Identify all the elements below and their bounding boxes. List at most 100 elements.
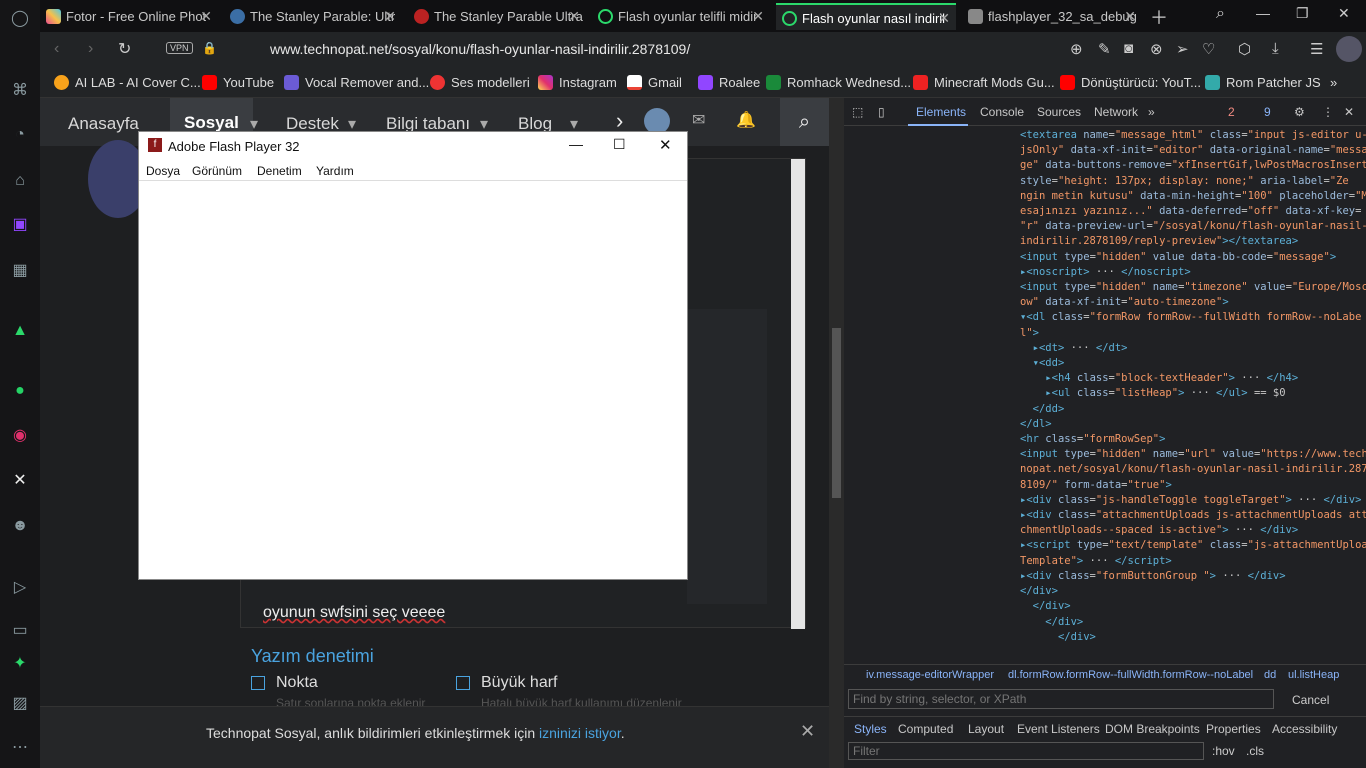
heart-icon[interactable]: ♡ — [1202, 40, 1215, 58]
nav-item[interactable]: Anasayfa — [68, 114, 139, 134]
bookmark[interactable]: Vocal Remover and... — [284, 75, 429, 90]
bell-icon[interactable]: 🔔 — [736, 110, 756, 130]
twitch-icon — [698, 75, 713, 90]
whatsapp-icon[interactable]: ● — [9, 380, 31, 402]
bookmark[interactable]: YouTube — [202, 75, 274, 90]
menu-denetim[interactable]: Denetim — [257, 164, 302, 178]
speed-icon[interactable]: ◔ — [9, 124, 31, 146]
close-icon[interactable]: ✕ — [659, 136, 672, 154]
tab[interactable]: flashplayer_32_sa_debug ✕ — [962, 3, 1142, 30]
tab[interactable]: The Stanley Parable Ultra ✕ — [408, 3, 586, 30]
nokta-checkbox[interactable] — [251, 676, 265, 690]
bag-icon[interactable]: ⌂ — [9, 170, 31, 192]
minimize-icon[interactable]: — — [569, 136, 583, 152]
search-tabs-icon[interactable]: ⌕ — [1216, 5, 1225, 23]
vpn-badge[interactable]: VPN — [166, 42, 193, 54]
restore-icon[interactable]: ❐ — [1296, 5, 1309, 22]
new-tab-icon[interactable]: ＋ — [1150, 4, 1168, 30]
cls-button[interactable]: .cls — [1246, 744, 1264, 758]
warning-count[interactable]: 9 — [1264, 105, 1271, 119]
bookmark[interactable]: Gmail — [627, 75, 682, 90]
close-icon[interactable]: ✕ — [752, 3, 764, 30]
reload-icon[interactable]: ↻ — [118, 39, 131, 59]
chip-icon[interactable]: ▦ — [9, 260, 31, 282]
tab[interactable]: The Stanley Parable: Ultr ✕ — [224, 3, 402, 30]
gamepad-icon[interactable]: ⌘ — [9, 80, 31, 102]
back-icon[interactable]: ‹ — [54, 40, 59, 58]
maximize-icon[interactable]: ☐ — [613, 136, 626, 153]
close-icon[interactable]: ✕ — [1344, 105, 1354, 119]
error-count[interactable]: 2 — [1228, 105, 1235, 119]
dom-search-input[interactable] — [848, 689, 1274, 709]
more-bookmarks-icon[interactable]: » — [1330, 75, 1337, 90]
wallet-icon[interactable]: ▭ — [9, 620, 31, 642]
bookmark[interactable]: Rom Patcher JS — [1205, 75, 1321, 90]
bookmark[interactable]: AI LAB - AI Cover C... — [54, 75, 201, 90]
scroll-thumb[interactable] — [832, 328, 841, 498]
menu-dosya[interactable]: Dosya — [146, 164, 180, 178]
menu-yardim[interactable]: Yardım — [316, 164, 354, 178]
tab[interactable]: Flash oyunlar telifli midir ✕ — [592, 3, 770, 30]
bookmark[interactable]: Romhack Wednesd... — [766, 75, 911, 90]
close-window-icon[interactable]: ✕ — [1338, 5, 1350, 22]
close-icon[interactable]: ✕ — [568, 3, 580, 30]
avatar[interactable] — [1336, 36, 1362, 62]
bookmark[interactable]: Ses modelleri — [430, 75, 530, 90]
opera-logo-icon[interactable]: ◯ — [9, 8, 31, 30]
discord-icon[interactable]: ☻ — [9, 515, 31, 537]
more-icon[interactable]: ⋯ — [9, 737, 31, 759]
menu-icon[interactable]: ☰ — [1310, 40, 1323, 58]
gallery-icon[interactable]: ▨ — [9, 693, 31, 715]
bookmark[interactable]: Dönüştürücü: YouT... — [1060, 75, 1201, 90]
bookmark[interactable]: Instagram — [538, 75, 617, 90]
scrollbar[interactable] — [791, 159, 805, 629]
gear-icon[interactable]: ⚙ — [1294, 105, 1305, 119]
tab-sources[interactable]: Sources — [1037, 105, 1081, 119]
tab-elements[interactable]: Elements — [916, 105, 966, 119]
kebab-icon[interactable]: ⋮ — [1322, 105, 1334, 119]
send-icon[interactable]: ➢ — [1176, 40, 1189, 58]
bookmark[interactable]: Minecraft Mods Gu... — [913, 75, 1055, 90]
close-icon[interactable]: ✕ — [938, 5, 950, 30]
player-icon[interactable]: ▷ — [9, 577, 31, 599]
search-icon[interactable]: ⌕ — [780, 98, 829, 146]
hov-button[interactable]: :hov — [1212, 744, 1235, 758]
menu-gorunum[interactable]: Görünüm — [192, 164, 242, 178]
tab-console[interactable]: Console — [980, 105, 1024, 119]
zoom-icon[interactable]: ⊕ — [1070, 40, 1083, 58]
close-icon[interactable]: ✕ — [384, 3, 396, 30]
inspect-icon[interactable]: ⬚ — [852, 105, 863, 119]
dom-tree[interactable]: <textarea name="message_html" class="inp… — [1020, 128, 1366, 645]
tab-active[interactable]: Flash oyunlar nasıl indiril ✕ — [776, 3, 956, 30]
extensions-icon[interactable]: ✦ — [9, 653, 31, 675]
cube-icon[interactable]: ⬡ — [1238, 40, 1251, 58]
edit-icon[interactable]: ✎ — [1098, 40, 1111, 58]
permission-link[interactable]: izninizi istiyor — [539, 725, 621, 741]
post-text[interactable]: oyunun swfsini seç veeee — [263, 604, 445, 622]
cancel-button[interactable]: Cancel — [1292, 693, 1329, 707]
bookmark[interactable]: Roalee — [698, 75, 760, 90]
forward-icon[interactable]: › — [88, 40, 93, 58]
device-icon[interactable]: ▯ — [878, 105, 885, 119]
url-field[interactable]: www.technopat.net/sosyal/konu/flash-oyun… — [270, 41, 690, 57]
block-icon[interactable]: ⊗ — [1150, 40, 1163, 58]
tab[interactable]: Fotor - Free Online Phot ✕ — [40, 3, 218, 30]
address-bar: ‹ › ↻ VPN 🔒 www.technopat.net/sosyal/kon… — [40, 32, 1366, 68]
buyuk-harf-checkbox[interactable] — [456, 676, 470, 690]
tab-network[interactable]: Network — [1094, 105, 1138, 119]
x-icon[interactable]: ✕ — [9, 470, 31, 492]
instagram-icon[interactable]: ◉ — [9, 425, 31, 447]
twitch-icon[interactable]: ▣ — [9, 214, 31, 236]
notification-text: Technopat Sosyal, anlık bildirimleri etk… — [206, 725, 625, 741]
page-scrollbar[interactable] — [829, 98, 844, 768]
minimize-icon[interactable]: — — [1256, 5, 1270, 21]
more-tabs-icon[interactable]: » — [1148, 105, 1155, 119]
mail-icon[interactable]: ✉ — [692, 110, 705, 130]
aria-icon[interactable]: ▲ — [9, 320, 31, 342]
close-icon[interactable]: ✕ — [200, 3, 212, 30]
styles-filter-input[interactable] — [848, 742, 1204, 760]
close-icon[interactable]: ✕ — [800, 721, 815, 742]
close-icon[interactable]: ✕ — [1124, 3, 1136, 30]
camera-icon[interactable]: ◙ — [1124, 40, 1133, 57]
download-icon[interactable]: ⤓ — [1272, 40, 1279, 57]
